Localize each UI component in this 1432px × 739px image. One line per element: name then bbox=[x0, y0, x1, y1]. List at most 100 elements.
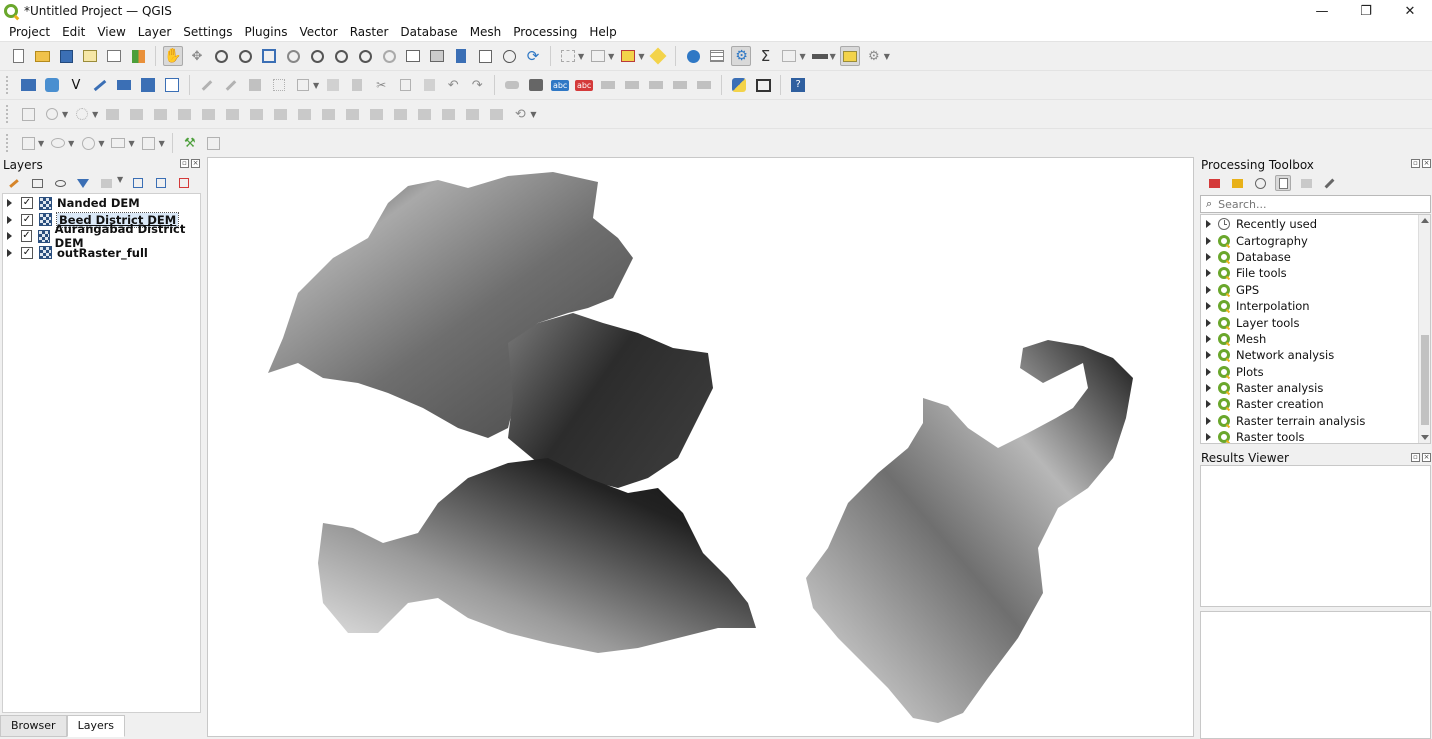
expand-arrow-icon[interactable] bbox=[7, 215, 12, 224]
add-part-icon[interactable] bbox=[198, 104, 218, 124]
expand-arrow-icon[interactable] bbox=[1206, 351, 1211, 360]
tree-item-file-tools[interactable]: File tools bbox=[1201, 265, 1430, 281]
advanced-digitizing-icon[interactable] bbox=[18, 104, 38, 124]
help-icon[interactable]: ? bbox=[788, 75, 808, 95]
expand-arrow-icon[interactable] bbox=[1206, 285, 1211, 294]
layer-row[interactable]: ✓ Nanded DEM bbox=[3, 195, 200, 212]
merge-attributes-icon[interactable] bbox=[438, 104, 458, 124]
select-features-icon[interactable] bbox=[558, 46, 578, 66]
new-spatial-bookmark-icon[interactable] bbox=[114, 75, 134, 95]
chevron-down-icon[interactable]: ▼ bbox=[530, 110, 536, 119]
refresh-icon[interactable]: ⟳ bbox=[523, 46, 543, 66]
menu-view[interactable]: View bbox=[91, 25, 131, 39]
remove-layer-icon[interactable] bbox=[176, 175, 192, 191]
show-map-tips-icon[interactable] bbox=[779, 46, 799, 66]
menu-help[interactable]: Help bbox=[583, 25, 622, 39]
pan-tool-icon[interactable]: ✋ bbox=[163, 46, 183, 66]
fill-ring-icon[interactable] bbox=[222, 104, 242, 124]
expand-arrow-icon[interactable] bbox=[1206, 318, 1211, 327]
zoom-last-icon[interactable] bbox=[355, 46, 375, 66]
label-abc-icon[interactable]: abc bbox=[550, 75, 570, 95]
menu-project[interactable]: Project bbox=[3, 25, 56, 39]
tree-item-gps[interactable]: GPS bbox=[1201, 282, 1430, 298]
paste-features-icon[interactable] bbox=[419, 75, 439, 95]
undo-icon[interactable]: ↶ bbox=[443, 75, 463, 95]
layer-visibility-checkbox[interactable]: ✓ bbox=[21, 230, 32, 243]
add-point-icon[interactable] bbox=[72, 104, 92, 124]
add-ring-icon[interactable] bbox=[174, 104, 194, 124]
data-source-manager-icon[interactable] bbox=[18, 75, 38, 95]
expand-arrow-icon[interactable] bbox=[7, 232, 12, 241]
chevron-down-icon[interactable]: ▼ bbox=[159, 139, 165, 148]
layout-manager-icon[interactable] bbox=[104, 46, 124, 66]
split-parts-icon[interactable] bbox=[390, 104, 410, 124]
delete-ring-icon[interactable] bbox=[246, 104, 266, 124]
vertical-scrollbar[interactable] bbox=[1418, 215, 1430, 443]
zoom-to-selection-icon[interactable] bbox=[283, 46, 303, 66]
style-manager-icon[interactable] bbox=[128, 46, 148, 66]
highlight-pinned-icon[interactable] bbox=[622, 75, 642, 95]
expand-arrow-icon[interactable] bbox=[1206, 416, 1211, 425]
new-temporary-layer-icon[interactable] bbox=[90, 75, 110, 95]
menu-layer[interactable]: Layer bbox=[132, 25, 177, 39]
options-wrench-icon[interactable] bbox=[1321, 175, 1337, 191]
save-project-icon[interactable] bbox=[56, 46, 76, 66]
zoom-in-icon[interactable] bbox=[211, 46, 231, 66]
add-rectangle-icon[interactable] bbox=[108, 133, 128, 153]
temporal-controller-icon[interactable] bbox=[499, 46, 519, 66]
restore-button[interactable]: ❐ bbox=[1344, 0, 1388, 22]
chevron-down-icon[interactable]: ▼ bbox=[608, 52, 614, 61]
tab-browser[interactable]: Browser bbox=[0, 715, 67, 737]
layer-visibility-checkbox[interactable]: ✓ bbox=[21, 246, 33, 259]
tree-item-plots[interactable]: Plots bbox=[1201, 364, 1430, 380]
tree-item-network-analysis[interactable]: Network analysis bbox=[1201, 347, 1430, 363]
results-viewer-icon[interactable] bbox=[1275, 175, 1291, 191]
manage-visibility-icon[interactable] bbox=[52, 175, 68, 191]
close-panel-icon[interactable]: × bbox=[1422, 159, 1431, 168]
menu-settings[interactable]: Settings bbox=[177, 25, 238, 39]
digitize-icon[interactable] bbox=[269, 75, 289, 95]
float-panel-icon[interactable]: ▫ bbox=[1411, 159, 1420, 168]
tree-item-database[interactable]: Database bbox=[1201, 249, 1430, 265]
select-by-location-icon[interactable] bbox=[648, 46, 668, 66]
expand-arrow-icon[interactable] bbox=[1206, 252, 1211, 261]
edits-icon[interactable] bbox=[197, 75, 217, 95]
attribute-table-icon[interactable] bbox=[707, 46, 727, 66]
expand-arrow-icon[interactable] bbox=[7, 199, 12, 208]
expand-arrow-icon[interactable] bbox=[1206, 269, 1211, 278]
layer-labeling-icon[interactable] bbox=[526, 75, 546, 95]
add-circular-string-icon[interactable] bbox=[78, 133, 98, 153]
float-panel-icon[interactable]: ▫ bbox=[1411, 453, 1420, 462]
rotate-label-icon[interactable] bbox=[670, 75, 690, 95]
add-ellipse-icon[interactable] bbox=[48, 133, 68, 153]
add-circle-icon[interactable] bbox=[42, 104, 62, 124]
qr-code-icon[interactable] bbox=[753, 75, 773, 95]
tree-item-raster-analysis[interactable]: Raster analysis bbox=[1201, 380, 1430, 396]
chevron-down-icon[interactable]: ▼ bbox=[38, 139, 44, 148]
results-viewer-list[interactable] bbox=[1200, 465, 1431, 607]
show-bookmarks-icon[interactable] bbox=[475, 46, 495, 66]
label-abc-red-icon[interactable]: abc bbox=[574, 75, 594, 95]
zoom-native-icon[interactable] bbox=[331, 46, 351, 66]
minimize-button[interactable]: — bbox=[1300, 0, 1344, 22]
identify-features-icon[interactable] bbox=[683, 46, 703, 66]
expand-arrow-icon[interactable] bbox=[1206, 384, 1211, 393]
history-icon[interactable] bbox=[1252, 175, 1268, 191]
statistical-summary-icon[interactable]: Σ bbox=[755, 46, 775, 66]
cut-features-icon[interactable]: ✂ bbox=[371, 75, 391, 95]
chevron-down-icon[interactable]: ▼ bbox=[68, 139, 74, 148]
models-icon[interactable] bbox=[1206, 175, 1222, 191]
close-panel-icon[interactable]: × bbox=[191, 159, 200, 168]
add-group-icon[interactable] bbox=[29, 175, 45, 191]
collapse-all-icon[interactable] bbox=[153, 175, 169, 191]
chevron-down-icon[interactable]: ▼ bbox=[638, 52, 644, 61]
move-feature-icon[interactable] bbox=[102, 104, 122, 124]
tree-item-mesh[interactable]: Mesh bbox=[1201, 331, 1430, 347]
filter-legend-icon[interactable] bbox=[75, 175, 91, 191]
georeferencer-icon[interactable]: ⚒ bbox=[180, 133, 200, 153]
expand-arrow-icon[interactable] bbox=[1206, 433, 1211, 442]
label-tool-icon[interactable] bbox=[502, 75, 522, 95]
save-edits-icon[interactable] bbox=[245, 75, 265, 95]
map-canvas[interactable] bbox=[207, 157, 1194, 737]
add-polygon-icon[interactable] bbox=[139, 133, 159, 153]
